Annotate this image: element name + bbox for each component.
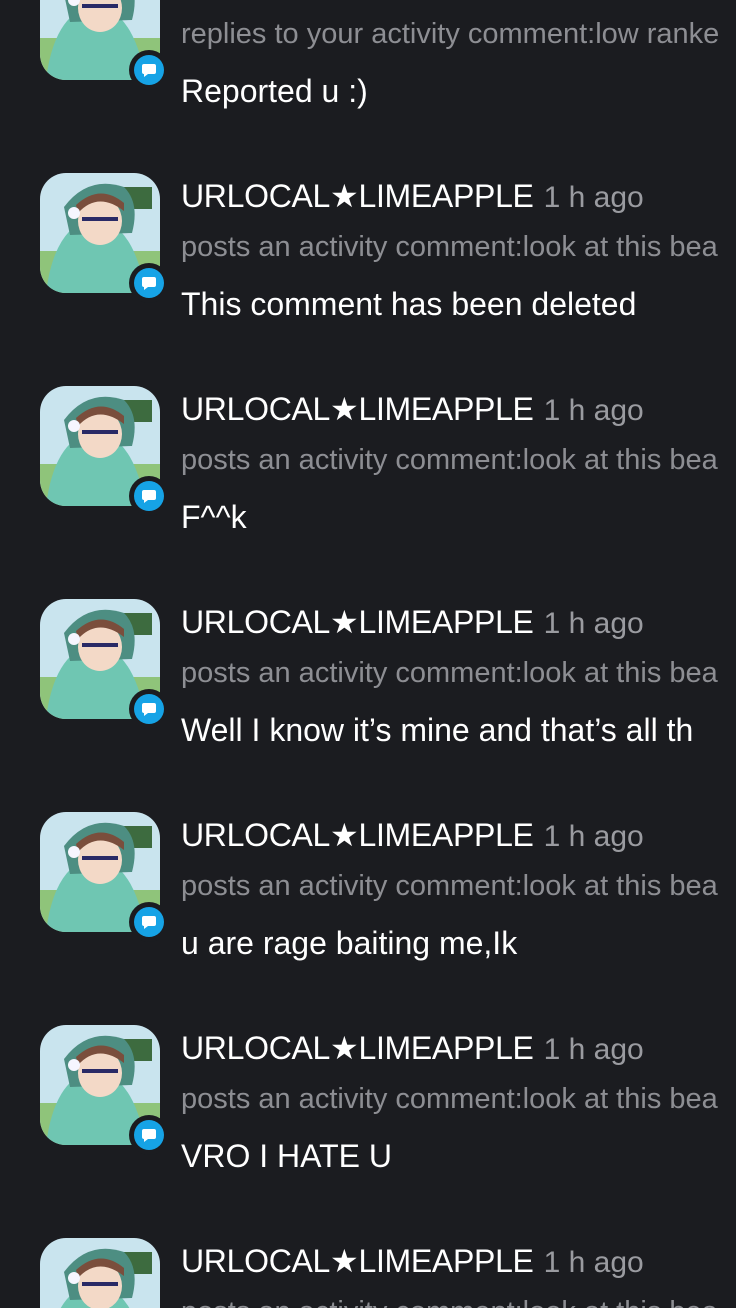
notification-item[interactable]: URLOCAL★LIMEAPPLE1 h ago posts an activi… [0, 0, 736, 322]
notification-header: URLOCAL★LIMEAPPLE 1 h ago [181, 1028, 644, 1070]
timestamp: 1 h ago [543, 181, 644, 214]
timestamp: 1 h ago [543, 394, 644, 427]
username[interactable]: URLOCAL★LIMEAPPLE [181, 817, 534, 853]
notification-header: URLOCAL★LIMEAPPLE 1 h ago [181, 602, 644, 644]
avatar-image [40, 1238, 160, 1308]
notification-feed[interactable]: replies to your activity comment:low ran… [0, 0, 736, 1308]
notification-header: URLOCAL★LIMEAPPLE 1 h ago [181, 389, 644, 431]
username[interactable]: URLOCAL★LIMEAPPLE [181, 1030, 534, 1066]
notification-item[interactable]: URLOCAL★LIMEAPPLE1 h ago posts an activi… [0, 639, 736, 961]
username[interactable]: URLOCAL★LIMEAPPLE [181, 1243, 534, 1279]
notification-item[interactable]: URLOCAL★LIMEAPPLE 1 h ago posts an activi… [0, 1065, 736, 1308]
notification-item[interactable]: URLOCAL★LIMEAPPLE1 h ago posts an activi… [0, 426, 736, 748]
notification-header: URLOCAL★LIMEAPPLE 1 h ago [181, 176, 644, 218]
timestamp: 1 h ago [543, 607, 644, 640]
timestamp: 1 h ago [543, 1033, 644, 1066]
timestamp: 1 h ago [543, 1246, 644, 1279]
notification-header: URLOCAL★LIMEAPPLE 1 h ago [181, 1241, 644, 1283]
activity-description[interactable]: posts an activity comment:look at this b… [181, 1293, 718, 1308]
user-avatar[interactable] [40, 1238, 160, 1308]
username[interactable]: URLOCAL★LIMEAPPLE [181, 178, 534, 214]
notification-header: URLOCAL★LIMEAPPLE 1 h ago [181, 815, 644, 857]
username[interactable]: URLOCAL★LIMEAPPLE [181, 604, 534, 640]
notification-item[interactable]: URLOCAL★LIMEAPPLE1 h ago posts an activi… [0, 852, 736, 1174]
notification-item[interactable]: URLOCAL★LIMEAPPLE1 h ago posts an activi… [0, 213, 736, 535]
timestamp: 1 h ago [543, 820, 644, 853]
username[interactable]: URLOCAL★LIMEAPPLE [181, 391, 534, 427]
